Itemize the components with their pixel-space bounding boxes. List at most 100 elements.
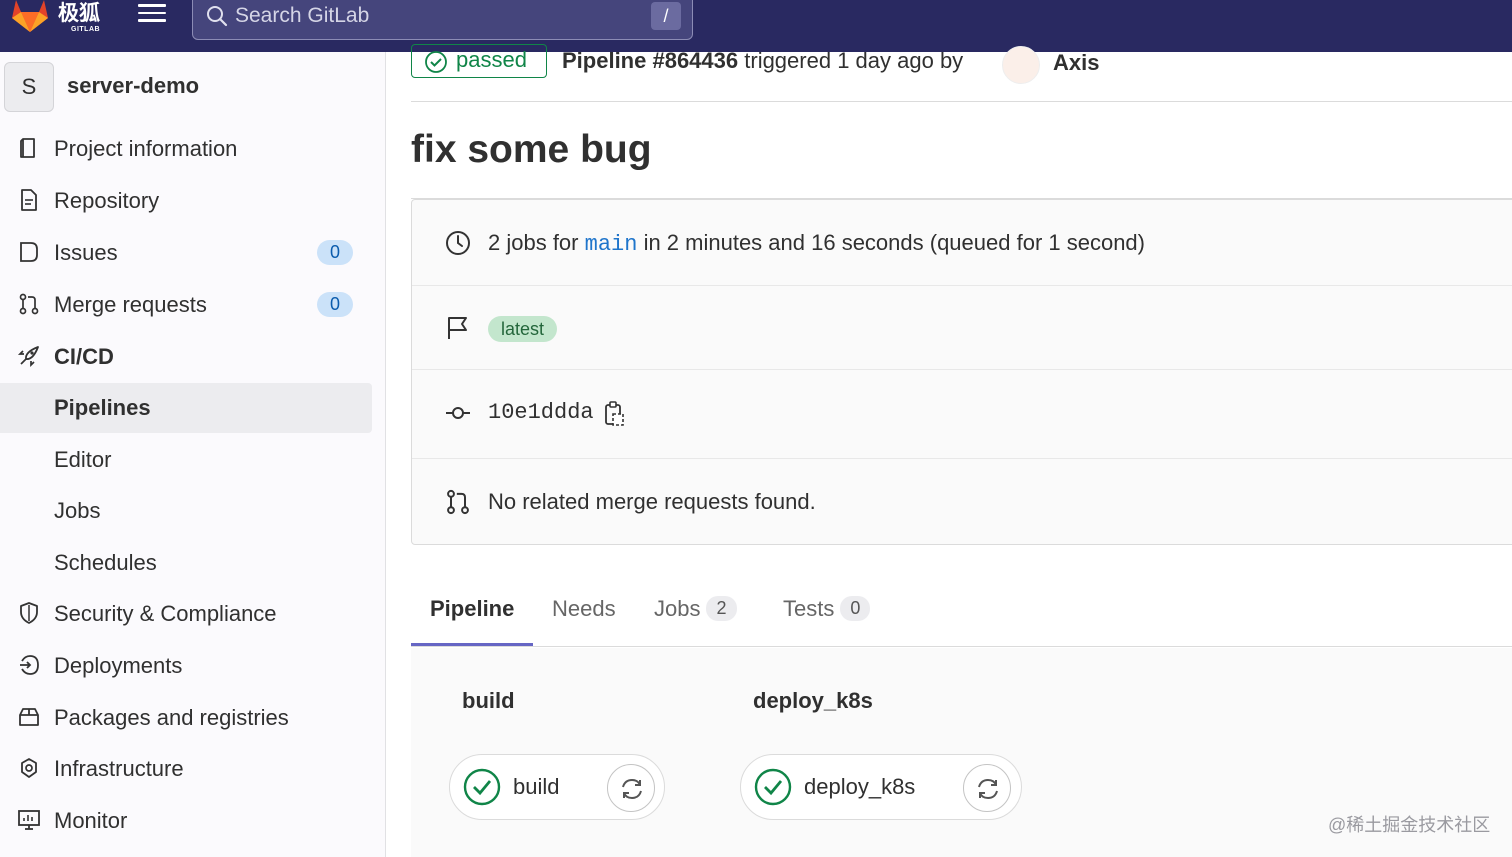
sidebar-item-issues[interactable]: Issues 0 — [0, 228, 372, 278]
stage-title-deploy: deploy_k8s — [753, 688, 873, 713]
sidebar-item-label: Monitor — [54, 808, 128, 833]
jobs-summary: 2 jobs for main in 2 minutes and 16 seco… — [488, 230, 1145, 257]
sidebar-item-cicd[interactable]: CI/CD — [0, 332, 372, 382]
pipeline-header-text: Pipeline #864436 triggered 1 day ago by — [562, 48, 963, 74]
watermark: @稀土掘金技术社区 — [1328, 815, 1491, 835]
menu-icon[interactable] — [138, 4, 166, 26]
sidebar-item-label: Pipelines — [54, 395, 151, 420]
sidebar-item-deployments[interactable]: Deployments — [0, 641, 372, 691]
commit-sha-link[interactable]: 10e1ddda — [488, 400, 594, 425]
shield-icon — [20, 602, 38, 624]
search-input[interactable] — [235, 1, 635, 31]
job-deploy-k8s[interactable]: deploy_k8s — [740, 754, 1022, 820]
logo-subtext: GITLAB — [71, 26, 101, 33]
stage-title-build: build — [462, 688, 515, 713]
clock-icon — [446, 231, 470, 255]
sidebar-item-label: Editor — [54, 447, 112, 472]
jobs-suffix: in 2 minutes and 16 seconds (queued for … — [643, 230, 1145, 255]
tab-pipeline[interactable]: Pipeline — [430, 596, 514, 622]
tab-count-badge: 2 — [706, 596, 737, 621]
sidebar-item-label: Deployments — [54, 653, 183, 678]
no-merge-requests-text: No related merge requests found. — [488, 489, 816, 514]
sidebar-item-label: Issues — [54, 240, 118, 265]
info-row-commit: 10e1ddda — [412, 370, 1512, 459]
jobs-prefix: 2 jobs for — [488, 230, 579, 255]
sidebar-item-label: CI/CD — [54, 344, 114, 369]
job-build[interactable]: build — [449, 754, 665, 820]
rocket-icon — [17, 346, 39, 368]
tab-label: Pipeline — [430, 596, 515, 621]
tab-tests[interactable]: Tests 0 — [783, 596, 871, 622]
tab-label: Needs — [552, 596, 616, 621]
commit-icon — [446, 407, 470, 419]
sidebar-item-label: Schedules — [54, 550, 157, 575]
package-icon — [19, 708, 39, 726]
latest-badge: latest — [488, 316, 558, 342]
issues-count-badge: 0 — [317, 240, 353, 265]
status-success-icon — [463, 768, 501, 806]
document-icon — [21, 189, 37, 211]
branch-link[interactable]: main — [585, 232, 638, 257]
book-icon — [20, 138, 35, 158]
pipeline-id: Pipeline #864436 — [562, 48, 739, 73]
info-row-merge-requests: No related merge requests found. — [412, 459, 1512, 545]
merge-request-icon — [447, 489, 469, 515]
monitor-icon — [18, 810, 40, 830]
top-navbar: 极狐 GITLAB / — [0, 0, 1512, 52]
sidebar-project-header[interactable]: S server-demo — [4, 62, 374, 112]
sidebar: S server-demo Project information Reposi… — [0, 52, 386, 857]
issues-icon — [20, 242, 38, 262]
retry-icon — [978, 778, 998, 800]
job-name: build — [513, 774, 560, 799]
sidebar-item-label: Packages and registries — [54, 705, 289, 730]
cloud-gear-icon — [21, 758, 37, 778]
tab-label: Tests — [783, 596, 835, 621]
pipeline-triggered-text: triggered 1 day ago by — [744, 48, 964, 73]
tab-jobs[interactable]: Jobs 2 — [654, 596, 737, 622]
author-name[interactable]: Axis — [1053, 50, 1099, 76]
retry-button[interactable] — [607, 764, 655, 812]
info-row-tags: latest — [412, 286, 1512, 370]
project-name: server-demo — [67, 73, 200, 98]
sidebar-item-pipelines[interactable]: Pipelines — [0, 383, 372, 433]
sidebar-item-schedules[interactable]: Schedules — [0, 538, 372, 588]
pipeline-status-badge[interactable]: passed — [411, 44, 547, 78]
tab-needs[interactable]: Needs — [552, 596, 616, 622]
flag-icon — [448, 317, 467, 339]
sidebar-item-label: Merge requests — [54, 292, 207, 317]
status-success-icon — [754, 768, 792, 806]
sidebar-item-jobs[interactable]: Jobs — [0, 486, 372, 536]
search-box[interactable]: / — [192, 0, 693, 40]
search-icon — [207, 6, 228, 27]
gitlab-logo[interactable] — [8, 0, 52, 34]
retry-icon — [622, 778, 642, 800]
sidebar-item-editor[interactable]: Editor — [0, 435, 372, 485]
sidebar-item-security-compliance[interactable]: Security & Compliance — [0, 589, 372, 639]
sidebar-item-project-information[interactable]: Project information — [0, 124, 372, 174]
sidebar-item-infrastructure[interactable]: Infrastructure — [0, 744, 372, 794]
main-content: passed Pipeline #864436 triggered 1 day … — [386, 44, 1512, 857]
search-shortcut-badge: / — [651, 2, 681, 30]
status-label: passed — [456, 47, 527, 72]
logo-text: 极狐 — [58, 2, 100, 25]
sidebar-item-merge-requests[interactable]: Merge requests 0 — [0, 280, 372, 330]
copy-icon[interactable] — [602, 400, 626, 428]
merge-requests-count-badge: 0 — [317, 292, 353, 317]
info-row-duration: 2 jobs for main in 2 minutes and 16 seco… — [412, 200, 1512, 286]
job-name: deploy_k8s — [804, 774, 916, 799]
status-success-icon — [425, 51, 447, 73]
sidebar-item-packages-registries[interactable]: Packages and registries — [0, 693, 372, 743]
divider — [411, 101, 1512, 102]
pipeline-tabs: Pipeline Needs Jobs 2 Tests 0 — [411, 572, 1512, 647]
project-avatar: S — [4, 62, 54, 112]
retry-button[interactable] — [963, 764, 1011, 812]
sidebar-item-monitor[interactable]: Monitor — [0, 796, 372, 846]
sidebar-item-label: Repository — [54, 188, 160, 213]
sidebar-item-label: Jobs — [54, 498, 101, 523]
sidebar-item-label: Infrastructure — [54, 756, 184, 781]
deployments-icon — [20, 655, 39, 675]
avatar[interactable] — [1002, 46, 1040, 84]
sidebar-item-repository[interactable]: Repository — [0, 176, 372, 226]
merge-request-icon — [19, 293, 39, 315]
tab-label: Jobs — [654, 596, 701, 621]
